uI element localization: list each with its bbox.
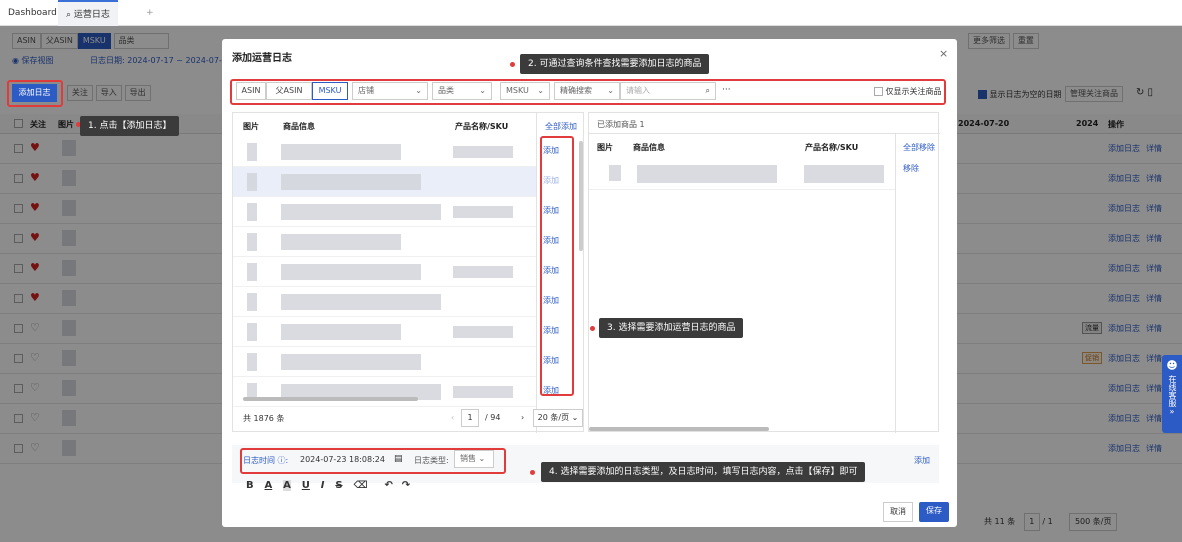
product-thumbnail <box>247 293 257 311</box>
add-log-modal: 添加运营日志 × ASIN 父ASIN MSKU 店铺 ⌄ 品类 ⌄ MSKU ⌄ 精… <box>222 39 957 527</box>
product-thumbnail <box>247 143 257 161</box>
cancel-button[interactable]: 取消 <box>883 502 913 522</box>
remove-link[interactable]: 移除 <box>903 163 919 174</box>
add-tab-button[interactable]: + <box>138 0 162 26</box>
step2-highlight-box <box>230 79 946 105</box>
product-sku-blurred <box>453 146 513 158</box>
expand-icon: » <box>1169 407 1175 416</box>
list-item[interactable] <box>233 167 536 197</box>
step2-callout: 2. 可通过查询条件查找需要添加日志的商品 <box>520 54 710 74</box>
online-service-label: 在线客服 <box>1168 375 1177 407</box>
step2-dot <box>510 62 515 67</box>
online-service-widget[interactable]: ☻ 在线客服 » <box>1162 355 1182 433</box>
list-item[interactable] <box>233 287 536 317</box>
step3-dot <box>590 326 595 331</box>
list-item[interactable] <box>233 197 536 227</box>
strikethrough-icon[interactable]: S <box>335 480 342 491</box>
product-info-blurred <box>281 144 401 160</box>
step4-highlight-box <box>240 448 506 474</box>
horizontal-scrollbar[interactable] <box>243 397 418 401</box>
page-input[interactable]: 1 <box>461 409 479 427</box>
product-thumbnail <box>609 165 621 181</box>
product-info-blurred <box>281 294 441 310</box>
selected-count: 已添加商品 1 <box>597 120 645 129</box>
step1-highlight-box <box>7 80 63 107</box>
chat-icon: ☻ <box>1166 359 1178 372</box>
step4-callout: 4. 选择需要添加的日志类型，及日志时间，填写日志内容，点击【保存】即可 <box>541 462 866 482</box>
product-info-blurred <box>281 354 421 370</box>
tab-operation-log[interactable]: ⌕ 运营日志 <box>58 0 118 26</box>
product-info-blurred <box>281 264 421 280</box>
add-all-link[interactable]: 全部添加 <box>545 121 577 132</box>
left-total: 共 1876 条 <box>243 414 285 423</box>
prev-page-icon[interactable]: ‹ <box>451 413 454 422</box>
underline-icon[interactable]: U <box>302 480 310 491</box>
save-button[interactable]: 保存 <box>919 502 949 522</box>
remove-all-link[interactable]: 全部移除 <box>903 142 935 153</box>
product-list-panel: 图片 商品信息 产品名称/SKU 全部添加 添加 添加 添加 添加 添加 添加 添加 添加 添加… <box>232 112 584 433</box>
close-icon[interactable]: × <box>939 47 948 60</box>
modal-title: 添加运营日志 <box>232 53 292 64</box>
next-page-icon[interactable]: › <box>521 413 524 422</box>
add-log-entry-link[interactable]: 添加 <box>914 455 930 466</box>
step3-highlight-box <box>540 136 574 396</box>
page-total: / 94 <box>485 413 501 422</box>
list-item[interactable] <box>233 377 536 407</box>
eraser-icon[interactable]: ⌫ <box>353 480 367 491</box>
product-sku-blurred <box>804 165 884 183</box>
vertical-scrollbar[interactable] <box>579 141 583 251</box>
product-thumbnail <box>247 263 257 281</box>
step4-dot <box>530 470 535 475</box>
product-info-blurred <box>637 165 777 183</box>
column-divider <box>536 113 537 433</box>
product-sku-blurred <box>453 386 513 398</box>
page-size-select[interactable]: 20 条/页 ⌄ <box>533 409 583 427</box>
product-sku-blurred <box>453 266 513 278</box>
list-item[interactable] <box>233 347 536 377</box>
italic-icon[interactable]: I <box>321 480 325 491</box>
bold-icon[interactable]: B <box>246 480 254 491</box>
product-thumbnail <box>247 203 257 221</box>
column-divider <box>895 133 896 433</box>
selected-products-panel: 已添加商品 1 图片 商品信息 产品名称/SKU 全部移除 移除 <box>588 112 940 433</box>
product-info-blurred <box>281 234 401 250</box>
undo-icon[interactable]: ↶ <box>384 480 392 491</box>
product-thumbnail <box>247 353 257 371</box>
tab-icon: ⌕ <box>66 10 74 20</box>
product-info-blurred <box>281 204 441 220</box>
product-thumbnail <box>247 233 257 251</box>
font-color-icon[interactable]: A <box>265 480 273 491</box>
product-sku-blurred <box>453 326 513 338</box>
highlight-icon[interactable]: A <box>283 480 291 491</box>
product-thumbnail <box>247 173 257 191</box>
list-item[interactable] <box>233 227 536 257</box>
horizontal-scrollbar[interactable] <box>589 427 769 431</box>
tab-dashboard[interactable]: Dashboard <box>0 0 65 26</box>
list-item[interactable] <box>233 317 536 347</box>
editor-toolbar: B A A U I S ⌫ ↶ ↷ <box>246 480 410 491</box>
redo-icon[interactable]: ↷ <box>402 480 410 491</box>
tab-bar: Dashboard ⌕ 运营日志 + <box>0 0 1182 26</box>
product-info-blurred <box>281 174 421 190</box>
product-sku-blurred <box>453 206 513 218</box>
list-item[interactable] <box>233 137 536 167</box>
list-item[interactable] <box>233 257 536 287</box>
step3-callout: 3. 选择需要添加运营日志的商品 <box>599 318 744 338</box>
step1-callout: 1. 点击【添加日志】 <box>80 116 180 136</box>
product-info-blurred <box>281 324 401 340</box>
product-thumbnail <box>247 323 257 341</box>
